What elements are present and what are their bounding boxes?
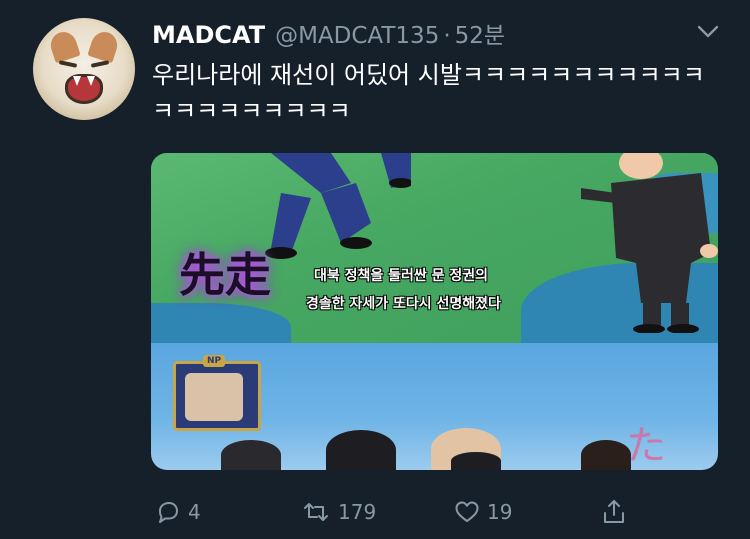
caption-kanji: 先走 xyxy=(179,248,271,302)
avatar[interactable] xyxy=(33,18,135,120)
share-button[interactable] xyxy=(600,495,628,529)
cartoon-panel: 先走 대북 정책을 둘러싼 문 정권의 경솔한 자세가 또다시 선명해졌다 xyxy=(151,153,718,343)
chevron-down-icon[interactable] xyxy=(696,22,720,42)
display-name[interactable]: MADCAT xyxy=(152,21,265,49)
tweet-media[interactable]: 先走 대북 정책을 둘러싼 문 정권의 경솔한 자세가 또다시 선명해졌다 NP… xyxy=(151,153,718,470)
cartoon-figure-legs xyxy=(265,153,411,259)
retweet-count: 179 xyxy=(338,500,377,524)
separator-dot: · xyxy=(443,23,451,49)
tweet-actions: 4 179 19 xyxy=(0,495,750,529)
cartoon-figure-pointing xyxy=(581,153,718,333)
cat-mouth xyxy=(65,74,103,104)
reply-icon xyxy=(159,502,178,523)
cat-fang-left xyxy=(73,76,81,86)
like-count: 19 xyxy=(487,500,513,524)
like-button[interactable]: 19 xyxy=(453,495,512,529)
share-icon xyxy=(604,500,624,523)
np-badge: NP xyxy=(203,355,226,367)
overlay-glyph: た xyxy=(626,423,666,469)
person-silhouette xyxy=(451,452,501,470)
tweet-text: 우리나라에 재선이 어딨어 시발ㅋㅋㅋㅋㅋㅋㅋㅋㅋㅋㅋㅋㅋㅋㅋㅋㅋㅋㅋㅋ xyxy=(152,61,705,125)
reply-button[interactable]: 4 xyxy=(154,495,201,529)
retweet-button[interactable]: 179 xyxy=(300,495,376,529)
news-inset-face xyxy=(185,373,243,421)
tweet-timestamp[interactable]: 52분 xyxy=(455,16,505,50)
user-handle[interactable]: @MADCAT135 xyxy=(275,23,439,49)
person-silhouette xyxy=(221,440,281,470)
caption-line-2: 경솔한 자세가 또다시 선명해졌다 xyxy=(306,296,501,312)
heart-icon xyxy=(455,501,479,522)
tweet-header: MADCAT @MADCAT135 · 52분 xyxy=(152,16,505,49)
retweet-icon xyxy=(304,503,328,521)
caption-line-1: 대북 정책을 둘러싼 문 정권의 xyxy=(314,268,489,284)
cat-ear-right xyxy=(87,28,121,64)
cat-fang-right xyxy=(87,76,95,86)
person-silhouette xyxy=(326,430,396,470)
cat-ear-left xyxy=(47,28,81,64)
cat-eye-right xyxy=(90,60,110,68)
person-silhouette xyxy=(581,440,631,470)
photo-panel: NP た xyxy=(151,343,718,470)
reply-count: 4 xyxy=(188,500,201,524)
cat-eye-left xyxy=(58,60,78,68)
